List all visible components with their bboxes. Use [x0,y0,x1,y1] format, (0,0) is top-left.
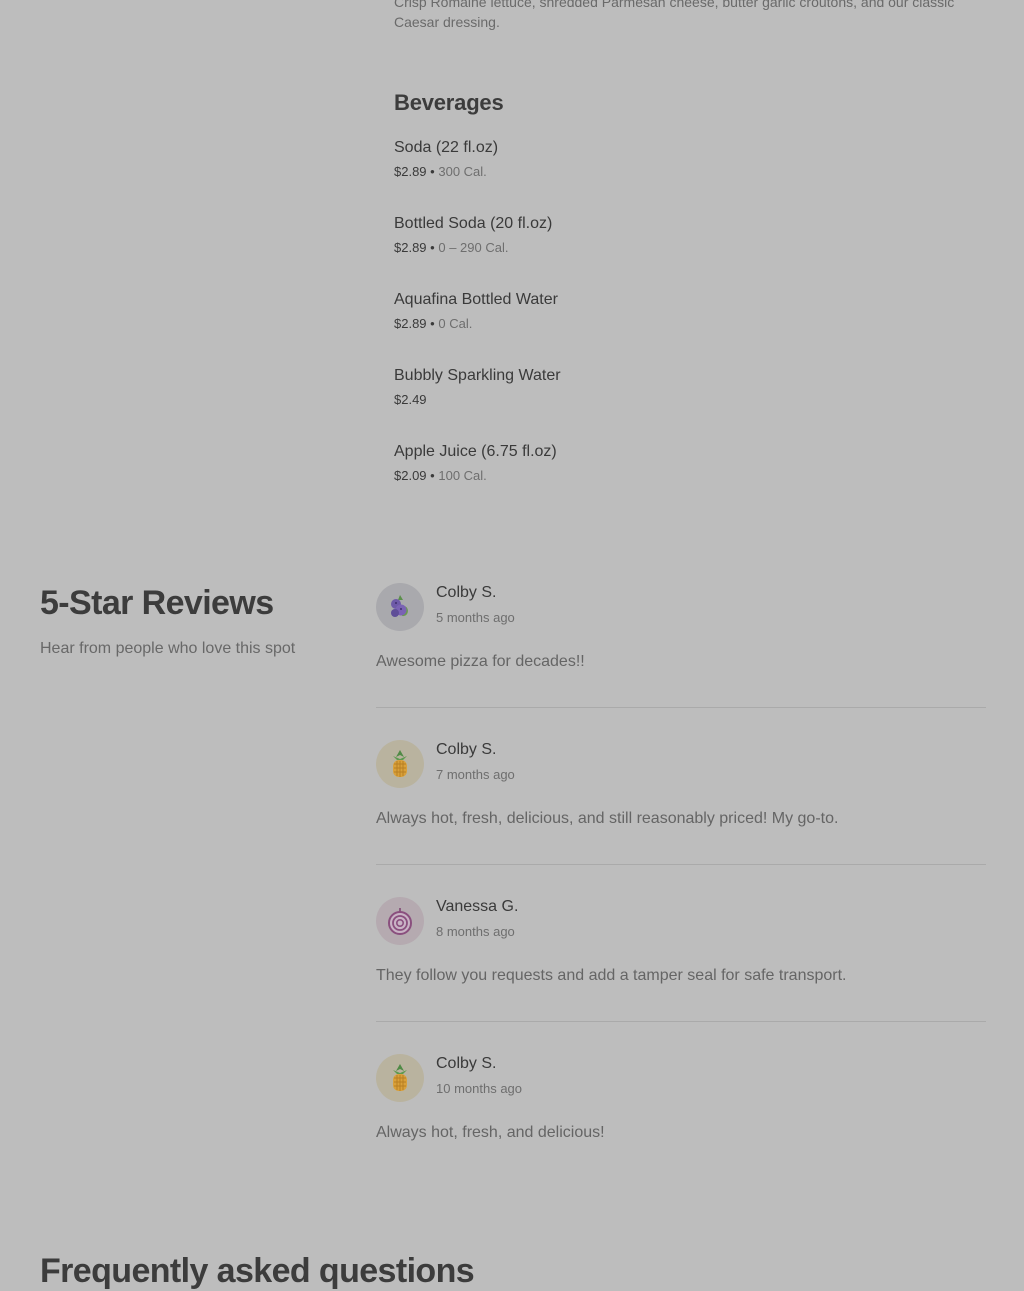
menu-item-meta: $2.89 • 0 Cal. [394,314,954,334]
review-text: They follow you requests and add a tampe… [376,967,847,984]
menu-item-name: Bottled Soda (20 fl.oz) [394,215,553,232]
menu-item-name: Bubbly Sparkling Water [394,367,561,384]
reviews-title: 5-Star Reviews [40,584,274,622]
menu-item-price: $2.49 [394,392,427,407]
menu-item[interactable]: Bubbly Sparkling Water $2.49 [394,365,954,410]
menu-item[interactable]: Bottled Soda (20 fl.oz) $2.89 • 0 – 290 … [394,213,954,258]
review-text: Always hot, fresh, and delicious! [376,1124,605,1141]
separator-dot: • [430,240,435,255]
menu-item-name: Aquafina Bottled Water [394,291,558,308]
section-title-beverages: Beverages [394,90,504,115]
reviews-subtitle: Hear from people who love this spot [40,640,296,657]
reviewer-name: Colby S. [436,741,497,758]
avatar [376,740,424,788]
menu-item-price: $2.89 [394,240,427,255]
onion-icon [388,908,412,935]
avatar [376,897,424,945]
menu-item-price: $2.09 [394,468,427,483]
menu-item[interactable]: Aquafina Bottled Water $2.89 • 0 Cal. [394,289,954,334]
review-time: 7 months ago [436,767,515,782]
menu-item[interactable]: Soda (22 fl.oz) $2.89 • 300 Cal. [394,137,954,182]
menu-item[interactable]: Apple Juice (6.75 fl.oz) $2.09 • 100 Cal… [394,441,954,486]
divider [376,707,986,708]
menu-item-calories: 100 Cal. [438,468,487,483]
menu-item-description: Crisp Romaine lettuce, shredded Parmesan… [394,0,955,30]
menu-item-calories: 0 – 290 Cal. [438,240,509,255]
menu-item-price: $2.89 [394,316,427,331]
menu-item-name: Soda (22 fl.oz) [394,139,499,156]
divider [376,1021,986,1022]
pineapple-icon [393,750,407,777]
menu-item-meta: $2.89 • 0 – 290 Cal. [394,238,954,258]
menu-item-meta: $2.09 • 100 Cal. [394,466,954,486]
separator-dot: • [430,164,435,179]
blueberry-icon [391,595,408,617]
menu-item-price: $2.89 [394,164,427,179]
review-time: 5 months ago [436,610,515,625]
faq-title: Frequently asked questions [40,1252,475,1290]
separator-dot: • [430,468,435,483]
avatar [376,583,424,631]
review-time: 8 months ago [436,924,515,939]
review-time: 10 months ago [436,1081,523,1096]
menu-item-meta: $2.89 • 300 Cal. [394,162,954,182]
menu-item-name: Apple Juice (6.75 fl.oz) [394,443,557,460]
reviewer-name: Colby S. [436,584,497,601]
pineapple-icon [393,1064,407,1091]
menu-item-calories: 300 Cal. [438,164,487,179]
menu-item-meta: $2.49 [394,390,954,410]
review-text: Awesome pizza for decades!! [376,653,585,670]
menu-item-calories: 0 Cal. [438,316,473,331]
divider [376,864,986,865]
reviewer-name: Colby S. [436,1055,497,1072]
separator-dot: • [430,316,435,331]
reviewer-name: Vanessa G. [436,898,519,915]
avatar [376,1054,424,1102]
review-text: Always hot, fresh, delicious, and still … [376,810,839,827]
